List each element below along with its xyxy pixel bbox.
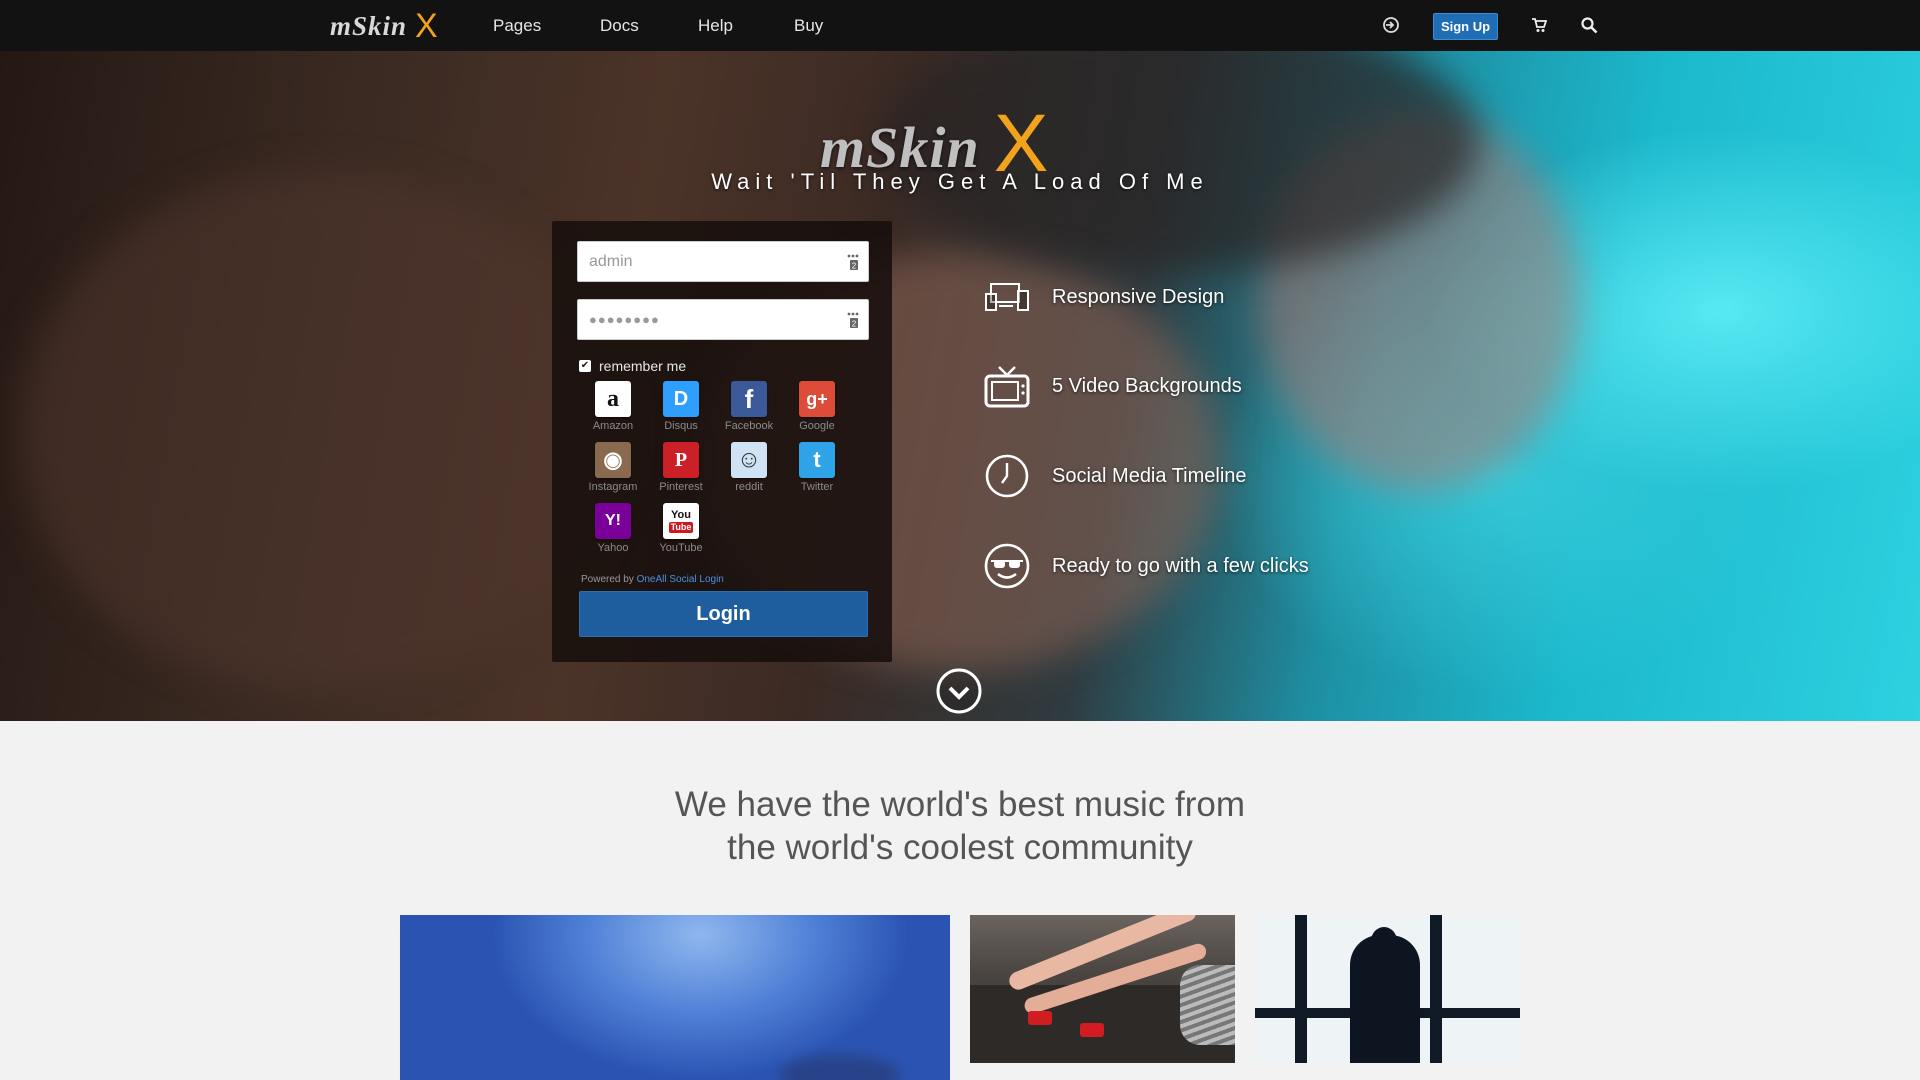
password-manager-icon[interactable]: 2	[846, 253, 860, 271]
social-instagram[interactable]: ◉ Instagram	[579, 442, 647, 493]
social-facebook[interactable]: f Facebook	[715, 381, 783, 432]
instagram-icon: ◉	[595, 442, 631, 478]
social-pinterest[interactable]: P Pinterest	[647, 442, 715, 493]
svg-text:2: 2	[852, 320, 857, 329]
social-youtube[interactable]: You Tube YouTube	[647, 503, 715, 554]
google-icon: g+	[799, 381, 835, 417]
nav-link-pages[interactable]: Pages	[493, 16, 541, 36]
social-label: Facebook	[724, 420, 774, 432]
social-label: Pinterest	[659, 481, 703, 493]
password-manager-icon[interactable]: 2	[846, 311, 860, 329]
feature-item: Social Media Timeline	[980, 446, 1247, 506]
amazon-icon: a	[595, 381, 631, 417]
scroll-down-icon[interactable]	[935, 667, 983, 715]
search-icon[interactable]	[1578, 14, 1600, 36]
headline-line-1: We have the world's best music from	[674, 785, 1246, 824]
sunglasses-smiley-icon	[980, 539, 1034, 593]
social-amazon[interactable]: a Amazon	[579, 381, 647, 432]
password-input[interactable]	[578, 300, 818, 339]
top-navbar: mSkin X Pages Docs Help Buy Sign Up	[0, 0, 1920, 51]
nav-logo-accent: X	[415, 7, 438, 45]
reddit-icon: ☺	[731, 442, 767, 478]
social-reddit[interactable]: ☺ reddit	[715, 442, 783, 493]
login-panel: 2 2 ✔ remember me a Amazon D Disqus f Fa…	[552, 221, 892, 662]
nav-link-help[interactable]: Help	[698, 16, 733, 36]
gallery-photo-man-window[interactable]	[1255, 915, 1520, 1063]
social-label: YouTube	[659, 542, 703, 554]
feature-label: Ready to go with a few clicks	[1052, 554, 1309, 577]
nav-logo-text: mSkin	[330, 10, 408, 41]
hero-logo: mSkin X	[820, 91, 1048, 185]
youtube-icon: You Tube	[663, 503, 699, 539]
social-label: Yahoo	[597, 542, 629, 554]
clock-icon	[980, 449, 1034, 503]
hero-bg-hand	[20, 171, 620, 691]
social-yahoo[interactable]: Y! Yahoo	[579, 503, 647, 554]
username-field[interactable]: 2	[577, 241, 869, 282]
nav-logo[interactable]: mSkin X	[330, 7, 438, 45]
remember-me[interactable]: ✔ remember me	[579, 358, 686, 374]
responsive-devices-icon	[980, 270, 1034, 324]
facebook-icon: f	[731, 381, 767, 417]
login-icon[interactable]	[1380, 14, 1402, 36]
social-google[interactable]: g+ Google	[783, 381, 851, 432]
social-label: Google	[799, 420, 835, 432]
hero-section: mSkin X Wait 'Til They Get A Load Of Me …	[0, 51, 1920, 721]
feature-label: 5 Video Backgrounds	[1052, 374, 1242, 397]
feature-item: 5 Video Backgrounds	[980, 356, 1242, 416]
social-label: Disqus	[664, 420, 698, 432]
yahoo-icon: Y!	[595, 503, 631, 539]
nav-link-buy[interactable]: Buy	[794, 16, 823, 36]
pinterest-icon: P	[663, 442, 699, 478]
powered-by: Powered by OneAll Social Login	[581, 574, 724, 585]
gallery-photo-sofa-legs[interactable]	[970, 915, 1235, 1063]
svg-text:2: 2	[852, 262, 857, 271]
feature-label: Social Media Timeline	[1052, 464, 1247, 487]
feature-item: Ready to go with a few clicks	[980, 536, 1309, 596]
social-label: Amazon	[592, 420, 634, 432]
twitter-icon: t	[799, 442, 835, 478]
password-field[interactable]: 2	[577, 299, 869, 340]
nav-link-docs[interactable]: Docs	[600, 16, 639, 36]
feature-item: Responsive Design	[980, 267, 1224, 327]
social-twitter[interactable]: t Twitter	[783, 442, 851, 493]
headline-line-2: the world's coolest community	[727, 828, 1193, 867]
youtube-icon-text: You	[671, 508, 691, 521]
login-button[interactable]: Login	[579, 591, 868, 637]
powered-by-prefix: Powered by	[581, 574, 634, 585]
remember-label: remember me	[599, 358, 687, 374]
social-disqus[interactable]: D Disqus	[647, 381, 715, 432]
username-input[interactable]	[578, 242, 818, 281]
gallery-photo-underwater[interactable]	[400, 915, 950, 1080]
feature-label: Responsive Design	[1052, 285, 1225, 308]
powered-by-link[interactable]: OneAll Social Login	[637, 574, 724, 585]
tv-icon	[980, 359, 1034, 413]
cart-icon[interactable]	[1528, 14, 1550, 36]
hero-tagline: Wait 'Til They Get A Load Of Me	[711, 169, 1209, 194]
social-label: reddit	[735, 481, 763, 493]
signup-button[interactable]: Sign Up	[1433, 13, 1498, 40]
section-headline: We have the world's best music from the …	[0, 783, 1920, 869]
disqus-icon: D	[663, 381, 699, 417]
social-label: Twitter	[800, 481, 834, 493]
remember-checkbox[interactable]: ✔	[579, 360, 591, 372]
social-label: Instagram	[588, 481, 638, 493]
